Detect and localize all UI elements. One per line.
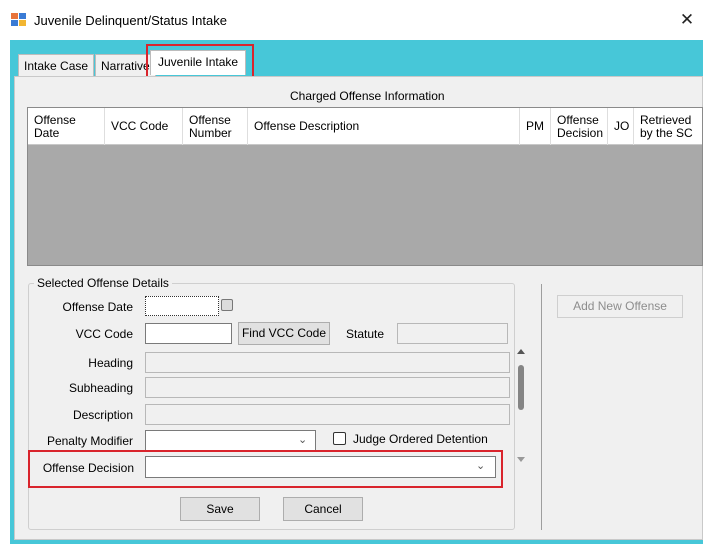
charged-offense-grid[interactable]: Offense Date VCC Code Offense Number Off… <box>27 107 703 266</box>
find-vcc-code-button[interactable]: Find VCC Code <box>238 322 330 345</box>
offense-date-label: Offense Date <box>62 300 134 314</box>
title-bar: Juvenile Delinquent/Status Intake ✕ <box>0 0 703 40</box>
col-jo[interactable]: JO <box>608 108 634 145</box>
penalty-modifier-label: Penalty Modifier <box>46 434 133 448</box>
description-field <box>145 404 510 425</box>
col-offense-number[interactable]: Offense Number <box>183 108 248 145</box>
judge-ordered-detention-checkbox[interactable] <box>333 432 346 445</box>
col-pm[interactable]: PM <box>520 108 551 145</box>
details-scrollbar[interactable] <box>514 349 529 462</box>
scroll-down-arrow-icon[interactable] <box>517 457 525 462</box>
chevron-down-icon[interactable]: ⌄ <box>298 433 307 446</box>
offense-decision-highlight <box>28 450 503 488</box>
col-offense-date[interactable]: Offense Date <box>28 108 105 145</box>
cancel-button[interactable]: Cancel <box>283 497 363 521</box>
col-vcc-code[interactable]: VCC Code <box>105 108 183 145</box>
statute-label: Statute <box>346 327 385 341</box>
offense-date-field[interactable] <box>145 296 219 316</box>
judge-ordered-detention-label[interactable]: Judge Ordered Detention <box>353 432 493 446</box>
col-offense-decision[interactable]: Offense Decision <box>551 108 608 145</box>
statute-field <box>397 323 508 344</box>
scroll-thumb[interactable] <box>518 365 524 410</box>
subheading-label: Subheading <box>68 381 133 395</box>
vertical-separator <box>541 284 542 530</box>
vcc-code-label: VCC Code <box>75 327 133 341</box>
col-offense-description[interactable]: Offense Description <box>248 108 520 145</box>
add-new-offense-button[interactable]: Add New Offense <box>557 295 683 318</box>
vcc-code-input[interactable] <box>145 323 232 344</box>
grid-header: Offense Date VCC Code Offense Number Off… <box>28 108 702 145</box>
save-button[interactable]: Save <box>180 497 260 521</box>
tab-highlight <box>146 44 254 80</box>
charged-offense-title: Charged Offense Information <box>290 89 445 103</box>
heading-field <box>145 352 510 373</box>
penalty-modifier-select[interactable] <box>145 430 316 451</box>
calendar-icon[interactable] <box>221 299 233 311</box>
col-retrieved-by-sc[interactable]: Retrieved by the SC <box>634 108 703 145</box>
window-title: Juvenile Delinquent/Status Intake <box>34 13 227 28</box>
close-icon[interactable]: ✕ <box>677 9 697 31</box>
description-label: Description <box>72 408 133 422</box>
subheading-field <box>145 377 510 398</box>
app-window-icon <box>11 13 27 27</box>
selected-offense-title: Selected Offense Details <box>34 276 172 290</box>
heading-label: Heading <box>88 356 133 370</box>
scroll-up-arrow-icon[interactable] <box>517 349 525 354</box>
tab-intake-case[interactable]: Intake Case <box>18 54 95 76</box>
